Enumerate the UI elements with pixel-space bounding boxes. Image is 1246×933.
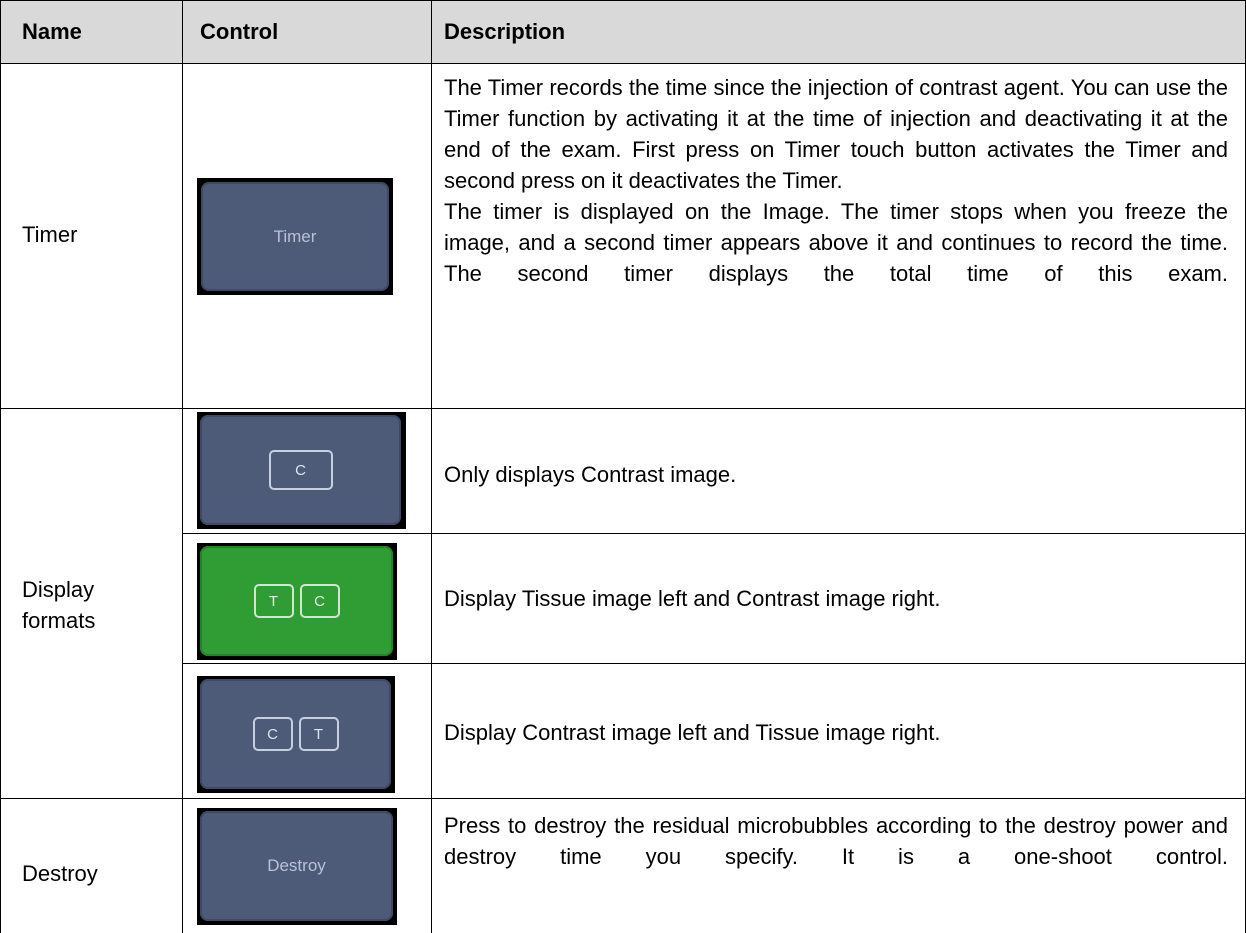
format-tc-control-image: T C: [197, 543, 397, 660]
format-tc-description: Display Tissue image left and Contrast i…: [444, 586, 941, 611]
format-ct-key-t: T: [298, 717, 339, 751]
control-table: Name Control Description Timer Timer The…: [0, 0, 1246, 933]
format-ct-description: Display Contrast image left and Tissue i…: [444, 720, 941, 745]
timer-description-p1: The Timer records the time since the inj…: [444, 75, 1228, 193]
rule-format-2: [182, 663, 1246, 664]
row-description-destroy: Press to destroy the residual microbubbl…: [444, 810, 1228, 872]
rule-col1: [182, 0, 183, 933]
timer-button-label: Timer: [273, 226, 317, 246]
format-ct-control-image: C T: [197, 676, 395, 793]
format-tc-key-c: C: [299, 584, 340, 618]
destroy-control-image: Destroy: [197, 808, 397, 925]
rule-left: [0, 0, 1, 933]
header-description: Description: [444, 19, 566, 44]
timer-button[interactable]: Timer: [201, 182, 389, 291]
rule-formats: [0, 798, 1246, 799]
format-ct-key-c: C: [252, 717, 293, 751]
destroy-button-label: Destroy: [267, 856, 326, 875]
header-name: Name: [22, 19, 82, 44]
format-c-description: Only displays Contrast image.: [444, 462, 737, 487]
destroy-description: Press to destroy the residual microbubbl…: [444, 813, 1228, 869]
format-c-button[interactable]: C: [200, 415, 401, 525]
rule-header: [0, 63, 1246, 64]
table-header: [0, 0, 1246, 63]
format-tc-button[interactable]: T C: [200, 546, 393, 656]
row-description-timer: The Timer records the time since the inj…: [444, 72, 1228, 289]
rule-format-1: [182, 533, 1246, 534]
row-name-timer: Timer: [22, 222, 78, 247]
format-c-control-image: C: [197, 412, 406, 529]
format-c-key: C: [268, 450, 333, 490]
row-name-display-formats: Display formats: [22, 577, 96, 633]
timer-control-image: Timer: [197, 178, 393, 295]
rule-timer: [0, 408, 1246, 409]
rule-col2: [431, 0, 432, 933]
timer-description-p2: The timer is displayed on the Image. The…: [444, 199, 1228, 286]
rule-top: [0, 0, 1246, 1]
header-control: Control: [200, 19, 279, 44]
format-tc-key-t: T: [253, 584, 294, 618]
row-name-destroy: Destroy: [22, 861, 98, 886]
format-ct-button[interactable]: C T: [200, 679, 391, 789]
destroy-button[interactable]: Destroy: [200, 811, 393, 921]
